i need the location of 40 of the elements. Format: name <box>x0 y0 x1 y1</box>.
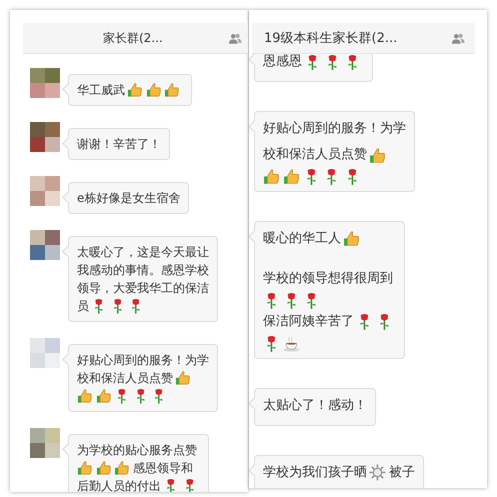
message-text: 被子 <box>389 464 416 482</box>
message-text: 保洁阿姨辛苦了 <box>263 312 354 331</box>
message-text: 暖心的华工人 <box>263 230 341 248</box>
chat-title: 19级本科生家长群(2... <box>264 30 398 47</box>
message-text: 感恩领导和 <box>132 460 193 476</box>
thumbs-up-icon <box>164 82 180 98</box>
message-text: 学校的领导想得很周到 <box>263 270 393 288</box>
message-text: 员 <box>77 298 89 314</box>
thumbs-up-icon <box>77 460 93 476</box>
thumbs-up-icon <box>263 168 280 185</box>
thumbs-up-icon <box>96 460 112 476</box>
thumbs-up-icon <box>175 370 191 386</box>
chat-title: 家长群(2... <box>103 30 164 46</box>
message-text: 校和保洁人员点赞 <box>263 146 367 164</box>
message-text: 领导，大爱我华工的保洁 <box>77 280 209 296</box>
thumbs-up-icon <box>127 82 143 98</box>
thumbs-up-icon <box>343 230 360 248</box>
message-text: 我感动的事情。感恩学校 <box>77 262 209 278</box>
coffee-cup-icon <box>283 334 300 352</box>
message-text: 华工威武 <box>77 82 125 98</box>
sun-icon <box>369 464 386 482</box>
group-members-icon[interactable] <box>228 32 242 44</box>
message-text: 恩感恩 <box>263 54 302 71</box>
message-text: 谢谢！辛苦了！ <box>77 136 161 152</box>
thumbs-up-icon <box>283 168 300 185</box>
message-text: 好贴心周到的服务！为学 <box>77 352 209 368</box>
message-text: e栋好像是女生宿舍 <box>77 190 180 206</box>
message-text: 为学校的贴心服务点赞 <box>77 442 197 458</box>
message-text: 后勤人员的付出 <box>77 478 161 492</box>
message-text: 学校为我们孩子晒 <box>263 464 367 482</box>
thumbs-up-icon <box>146 82 162 98</box>
message-text: 校和保洁人员点赞 <box>77 370 173 386</box>
thumbs-up-icon <box>96 388 112 404</box>
message-text: 好贴心周到的服务！为学 <box>263 120 406 138</box>
thumbs-up-icon <box>114 460 130 476</box>
message-text: 太贴心了！感动！ <box>263 396 367 415</box>
thumbs-up-icon <box>77 388 93 404</box>
thumbs-up-icon <box>369 146 386 164</box>
group-members-icon[interactable] <box>451 32 465 44</box>
message-text: 太暖心了，这是今天最让 <box>77 244 209 260</box>
